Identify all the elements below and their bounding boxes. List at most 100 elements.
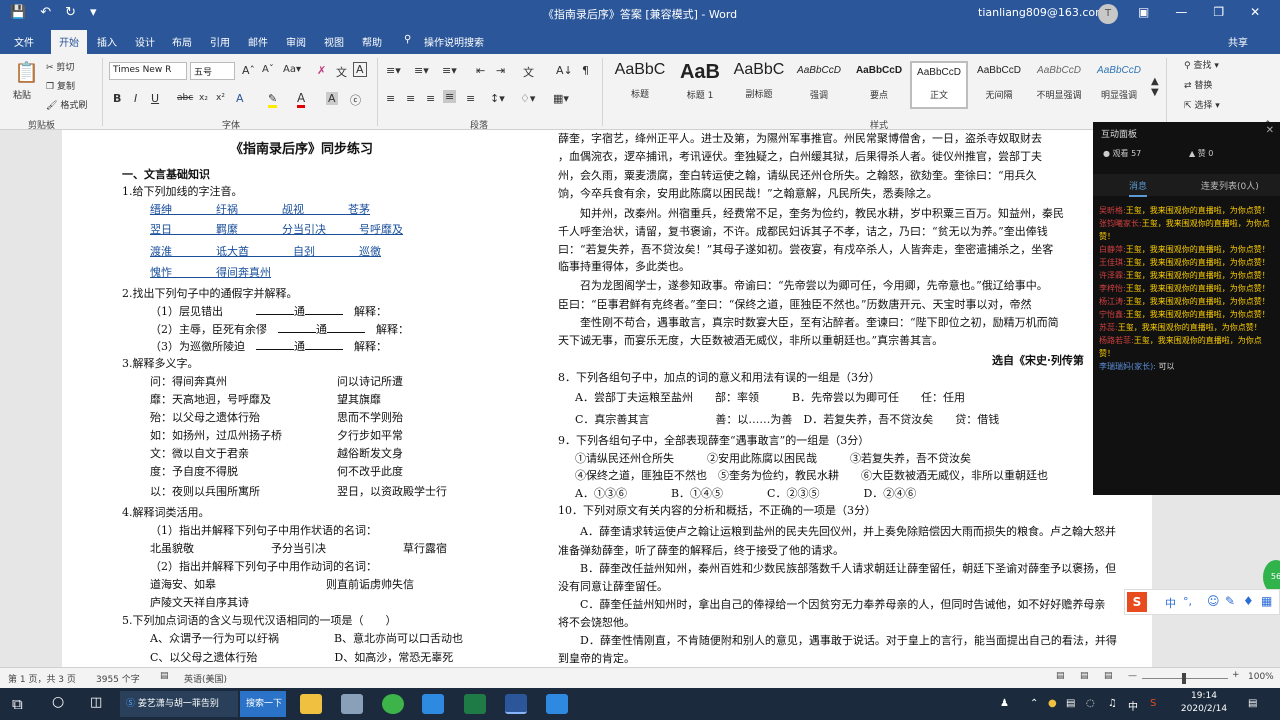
format-painter-button[interactable]: 🖌 格式刷 bbox=[46, 98, 87, 111]
strikethrough-icon[interactable]: abc bbox=[177, 93, 193, 103]
tab-help[interactable]: 帮助 bbox=[362, 34, 382, 49]
wifi-icon[interactable]: ◌ bbox=[1086, 698, 1095, 709]
emoji-icon[interactable]: ☺ bbox=[1207, 594, 1220, 608]
answer-blank[interactable] bbox=[305, 349, 343, 350]
italic-icon[interactable]: I bbox=[134, 92, 137, 105]
underline-icon[interactable]: U bbox=[151, 92, 159, 105]
answer-blank[interactable] bbox=[278, 332, 316, 333]
avatar[interactable]: T bbox=[1098, 4, 1118, 24]
style-intense-emphasis[interactable]: AaBbCcD 明显强调 bbox=[1090, 61, 1148, 109]
style-strong[interactable]: AaBbCcD 要点 bbox=[850, 61, 908, 109]
style-no-spacing[interactable]: AaBbCcD 无间隔 bbox=[970, 61, 1028, 109]
replace-button[interactable]: ⇄ 替换 bbox=[1184, 78, 1212, 91]
font-size-select[interactable]: 五号 bbox=[190, 62, 235, 80]
page-count[interactable]: 第 1 页，共 3 页 bbox=[8, 672, 76, 685]
cut-button[interactable]: ✂ 剪切 bbox=[46, 60, 74, 73]
tab-design[interactable]: 设计 bbox=[135, 34, 155, 49]
tray-expand-icon[interactable]: ⌃ bbox=[1030, 698, 1038, 709]
app-icon[interactable] bbox=[422, 694, 444, 714]
taskbar-browser[interactable]: Ⓢ 姜艺潇与胡一菲告别 bbox=[120, 691, 238, 717]
tab-mic-list[interactable]: 连麦列表(0人) bbox=[1201, 179, 1259, 192]
zoom-out-icon[interactable]: — bbox=[1128, 671, 1137, 681]
tab-insert[interactable]: 插入 bbox=[97, 34, 117, 49]
find-button[interactable]: ⚲ 查找 ▾ bbox=[1184, 58, 1219, 71]
answer-blank[interactable] bbox=[256, 314, 294, 315]
sort-icon[interactable]: A↓ bbox=[556, 64, 573, 77]
search-icon[interactable]: ○ bbox=[52, 694, 64, 710]
zoom-slider-thumb[interactable] bbox=[1182, 673, 1186, 684]
maximize-icon[interactable]: ❐ bbox=[1213, 5, 1224, 19]
tab-home[interactable]: 开始 bbox=[51, 30, 87, 54]
multilevel-list-icon[interactable]: ≡▾ bbox=[442, 64, 457, 77]
sogou-logo-icon[interactable]: S bbox=[1127, 592, 1147, 612]
justify-icon[interactable]: ≡ bbox=[443, 90, 457, 103]
close-icon[interactable]: ✕ bbox=[1266, 125, 1274, 136]
shrink-font-icon[interactable]: Aˇ bbox=[262, 64, 274, 75]
taskbar-search-box[interactable]: 搜索一下 bbox=[240, 691, 286, 717]
people-icon[interactable]: ♟ bbox=[1000, 698, 1009, 709]
show-marks-icon[interactable]: ¶ bbox=[582, 64, 589, 77]
sogou-tray-icon[interactable]: S bbox=[1150, 698, 1156, 709]
highlight-icon[interactable]: ✎ bbox=[268, 92, 278, 108]
font-name-select[interactable]: Times New R bbox=[109, 62, 187, 80]
clock[interactable]: 19:14 2020/2/14 bbox=[1174, 690, 1234, 716]
mail-icon[interactable] bbox=[341, 694, 363, 714]
excel-icon[interactable] bbox=[464, 694, 486, 714]
style-normal[interactable]: AaBbCcD 正文 bbox=[910, 61, 968, 109]
shading-icon[interactable]: ♢▾ bbox=[520, 92, 535, 105]
tell-me-search[interactable]: 操作说明搜索 bbox=[424, 34, 484, 49]
superscript-icon[interactable]: x² bbox=[216, 93, 225, 103]
tab-file[interactable]: 文件 bbox=[14, 34, 34, 49]
subscript-icon[interactable]: x₂ bbox=[199, 93, 208, 103]
read-mode-icon[interactable]: ▤ bbox=[1056, 671, 1065, 681]
grow-font-icon[interactable]: Aˆ bbox=[242, 64, 255, 77]
style-subtle-emphasis[interactable]: AaBbCcD 不明显强调 bbox=[1030, 61, 1088, 109]
proofing-icon[interactable]: ▤ bbox=[160, 671, 169, 681]
web-layout-icon[interactable]: ▤ bbox=[1104, 671, 1113, 681]
file-explorer-icon[interactable] bbox=[300, 694, 322, 714]
account-name[interactable]: tianliang809@163.com bbox=[978, 6, 1106, 19]
zoom-in-icon[interactable]: + bbox=[1232, 670, 1240, 680]
network-icon[interactable]: ▤ bbox=[1066, 698, 1075, 709]
paste-button[interactable]: 粘贴 bbox=[13, 88, 31, 101]
document-page[interactable]: 《指南录后序》同步练习 一、文言基础知识 1.给下列加线的字注音。 缙绅 纡祸 … bbox=[62, 130, 1152, 667]
answer-blank[interactable] bbox=[256, 349, 294, 350]
skin-icon[interactable]: ♦ bbox=[1243, 594, 1254, 608]
tab-mailings[interactable]: 邮件 bbox=[248, 34, 268, 49]
align-center-icon[interactable]: ≡ bbox=[406, 92, 415, 105]
print-layout-icon[interactable]: ▤ bbox=[1080, 671, 1089, 681]
bullets-icon[interactable]: ≡▾ bbox=[386, 64, 401, 77]
close-icon[interactable]: ✕ bbox=[1250, 5, 1260, 19]
tab-messages[interactable]: 消息 bbox=[1129, 179, 1148, 197]
paste-icon[interactable]: 📋 bbox=[14, 60, 39, 84]
line-spacing-icon[interactable]: ↕▾ bbox=[490, 92, 505, 105]
word-count[interactable]: 3955 个字 bbox=[96, 672, 140, 685]
tab-references[interactable]: 引用 bbox=[210, 34, 230, 49]
tab-view[interactable]: 视图 bbox=[324, 34, 344, 49]
answer-blank[interactable] bbox=[327, 332, 365, 333]
numbering-icon[interactable]: ≡▾ bbox=[414, 64, 429, 77]
app-icon[interactable] bbox=[546, 694, 568, 714]
language-indicator[interactable]: 英语(美国) bbox=[184, 672, 227, 685]
bold-icon[interactable]: B bbox=[113, 92, 121, 105]
borders-icon[interactable]: ▦▾ bbox=[553, 92, 569, 105]
ime-indicator[interactable]: 中 bbox=[1128, 698, 1138, 713]
copy-button[interactable]: ❐ 复制 bbox=[46, 79, 75, 92]
share-button[interactable]: 共享 bbox=[1228, 34, 1248, 49]
task-view-icon[interactable]: ◫ bbox=[90, 695, 102, 710]
tab-layout[interactable]: 布局 bbox=[172, 34, 192, 49]
distributed-icon[interactable]: ≡ bbox=[466, 92, 475, 105]
styles-scroll-icon[interactable]: ▲ ▼ bbox=[1151, 76, 1159, 98]
zoom-level[interactable]: 100% bbox=[1248, 672, 1274, 682]
style-emphasis[interactable]: AaBbCcD 强调 bbox=[790, 61, 848, 109]
notification-icon[interactable]: ▤ bbox=[1248, 698, 1257, 709]
align-right-icon[interactable]: ≡ bbox=[426, 92, 435, 105]
char-border-icon[interactable]: A bbox=[353, 62, 367, 77]
windows-start-icon[interactable]: ⧉ bbox=[12, 695, 23, 713]
style-title[interactable]: AaBbC 标题 bbox=[610, 61, 670, 109]
volume-icon[interactable]: ♫ bbox=[1108, 698, 1117, 709]
select-button[interactable]: ⇱ 选择 ▾ bbox=[1184, 98, 1220, 111]
minimize-icon[interactable]: — bbox=[1175, 5, 1187, 19]
increase-indent-icon[interactable]: ⇥ bbox=[496, 64, 505, 77]
enclose-char-icon[interactable]: ⓒ bbox=[350, 92, 361, 108]
